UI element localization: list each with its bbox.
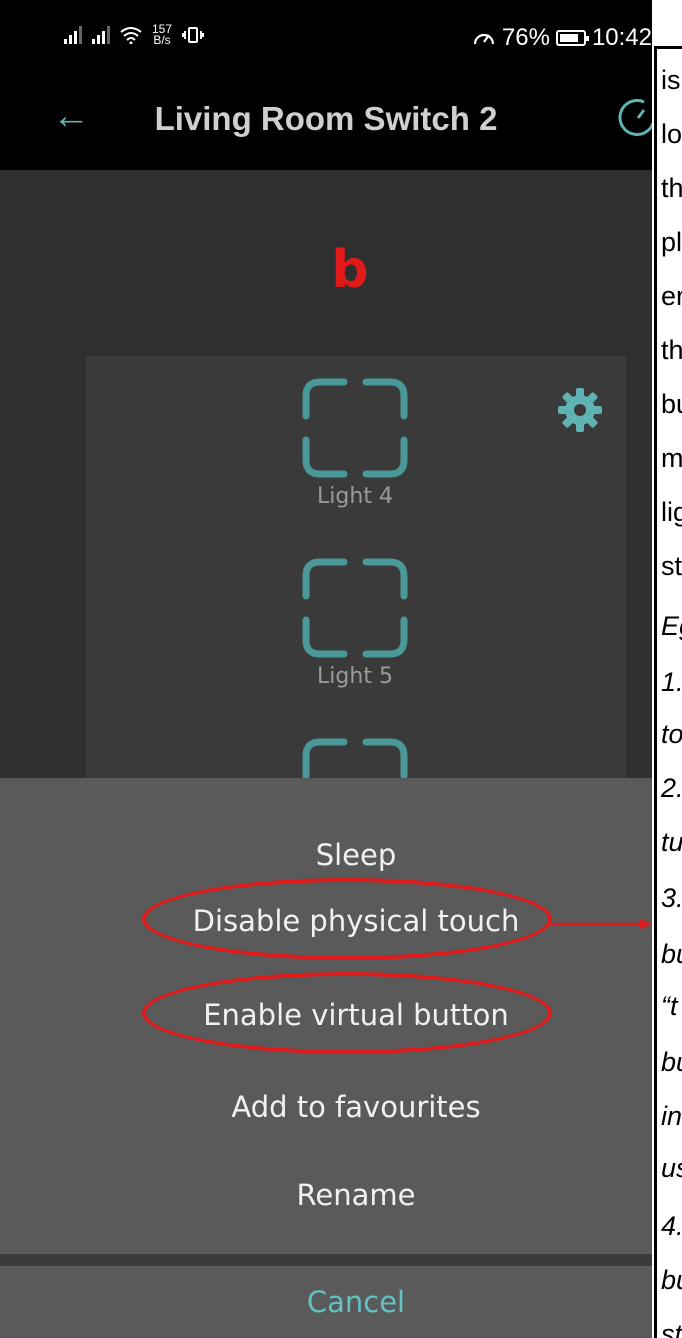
side-text-line: bu — [661, 1265, 682, 1295]
clock: 10:42 — [591, 24, 652, 51]
side-text-line: pl — [661, 227, 682, 257]
highlight-oval-disable-touch — [142, 878, 552, 960]
highlight-oval-enable-virtual — [142, 972, 552, 1054]
sleep-option[interactable]: Sleep — [0, 838, 652, 872]
gear-icon[interactable] — [556, 386, 604, 434]
side-text-line: m — [661, 443, 682, 473]
battery-icon — [555, 30, 589, 46]
sheet-divider — [0, 1254, 652, 1266]
status-right: 76% 10:42 — [472, 24, 652, 52]
side-text-line: tu — [661, 827, 682, 857]
side-text-line: 3. — [661, 883, 682, 913]
signal-1-icon — [64, 26, 82, 44]
data-rate: 157 B/s — [152, 23, 172, 47]
side-text-line: lig — [661, 497, 682, 527]
side-text-line: 1. — [661, 667, 682, 697]
side-text-line: 4. — [661, 1211, 682, 1241]
switch-content: b Light 4 Light 5 — [0, 170, 652, 838]
add-to-favourites-option[interactable]: Add to favourites — [0, 1090, 652, 1124]
title-bar: ← Living Room Switch 2 — [0, 70, 652, 170]
signal-2-icon — [92, 26, 110, 44]
side-text-line: er — [661, 281, 682, 311]
switch-label: Light 5 — [317, 664, 393, 689]
side-text-line: st — [661, 1319, 682, 1338]
side-text-line: us — [661, 1153, 682, 1183]
status-left: 157 B/s — [64, 23, 205, 47]
side-text-line: “t — [661, 991, 678, 1021]
cancel-button[interactable]: Cancel — [0, 1266, 652, 1338]
side-text-line: th — [661, 173, 682, 203]
rename-option[interactable]: Rename — [0, 1178, 652, 1212]
switch-frame-icon — [302, 378, 408, 478]
side-text-line: bu — [661, 1047, 682, 1077]
side-text-panel: wislothplerthbumligstEg1.to2.tu3.bu“tbui… — [654, 46, 682, 1338]
annotation-label: b — [331, 240, 369, 300]
side-text-line: to — [661, 719, 682, 749]
side-text-line: bu — [661, 389, 682, 419]
side-text-line: lo — [661, 119, 682, 149]
side-text-line: in — [661, 1101, 682, 1131]
speed-icon — [473, 33, 494, 45]
battery-percent: 76% — [501, 24, 550, 51]
switch-light-4[interactable]: Light 4 — [300, 378, 410, 509]
wifi-icon — [120, 27, 142, 44]
switch-label: Light 4 — [317, 484, 393, 509]
vibrate-icon — [182, 27, 205, 43]
side-text-line: st — [661, 551, 682, 581]
side-text-line: 2. — [661, 773, 682, 803]
annotation-arrow-icon — [548, 919, 652, 929]
phone-screen: 157 B/s 76% 10:42 ← Living Room Switch 2 — [0, 0, 652, 1338]
switch-frame-icon — [302, 558, 408, 658]
action-sheet: Sleep Disable physical touch Enable virt… — [0, 778, 652, 1338]
side-text-line: th — [661, 335, 682, 365]
side-text-line: bu — [661, 939, 682, 969]
switch-panel: Light 4 Light 5 — [86, 356, 626, 838]
side-text-line: Eg — [661, 611, 682, 641]
timer-icon[interactable] — [618, 94, 652, 138]
switch-light-5[interactable]: Light 5 — [300, 558, 410, 689]
side-text-line: is — [661, 65, 681, 95]
status-bar: 157 B/s 76% 10:42 — [0, 0, 652, 70]
page-title: Living Room Switch 2 — [154, 100, 498, 137]
data-rate-unit: B/s — [153, 33, 171, 47]
